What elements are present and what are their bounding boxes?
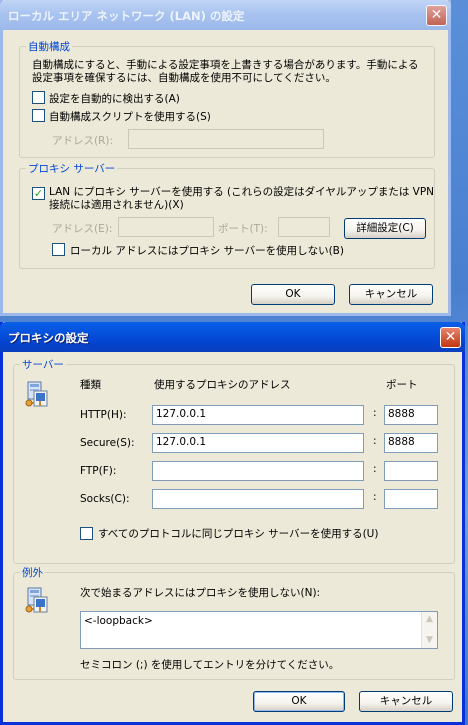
script-address-input[interactable]: [128, 129, 324, 149]
socks-address-input[interactable]: [152, 489, 364, 509]
server-icon: [25, 587, 48, 613]
same-proxy-label[interactable]: すべてのプロトコルに同じプロキシ サーバーを使用する(U): [98, 526, 378, 541]
ok-button[interactable]: OK: [253, 691, 345, 712]
servers-group: サーバー 種類 使用するプロキシのアドレス ポート HTTP(H): 127.0…: [13, 357, 455, 564]
exceptions-desc: 次で始まるアドレスにはプロキシを使用しない(N):: [80, 587, 321, 599]
lan-settings-dialog: ローカル エリア ネットワーク (LAN) の設定 ✕ 自動構成 自動構成にする…: [0, 0, 451, 316]
title-bar[interactable]: プロキシの設定 ✕: [0, 322, 465, 352]
exceptions-value: <-loopback>: [84, 615, 153, 627]
group-label: サーバー: [20, 357, 66, 372]
exceptions-hint: セミコロン (;) を使用してエントリを分けてください。: [80, 659, 340, 671]
column-port-header: ポート: [386, 379, 418, 391]
proxy-port-label: ポート(T):: [218, 223, 268, 235]
socks-port-input[interactable]: [384, 489, 438, 509]
bypass-local-label[interactable]: ローカル アドレスにはプロキシ サーバーを使用しない(B): [70, 243, 344, 258]
auto-detect-label[interactable]: 設定を自動的に検出する(A): [49, 91, 180, 106]
secure-port-input[interactable]: 8888: [384, 433, 438, 453]
http-port-input[interactable]: 8888: [384, 405, 438, 425]
proxy-port-input[interactable]: [278, 217, 330, 237]
group-label: プロキシ サーバー: [26, 161, 118, 176]
chevron-down-icon[interactable]: ▼: [422, 633, 437, 648]
colon-separator: :: [373, 407, 377, 419]
use-proxy-checkbox[interactable]: ✓: [32, 187, 45, 200]
script-address-label: アドレス(R):: [52, 135, 114, 147]
proxy-settings-dialog: プロキシの設定 ✕ サーバー 種類 使用するプロキシのアドレス ポート HTTP…: [0, 322, 465, 725]
auto-config-group: 自動構成 自動構成にすると、手動による設定事項を上書きする場合があります。手動に…: [19, 39, 435, 158]
colon-separator: :: [373, 463, 377, 475]
server-icon: [25, 381, 48, 407]
secure-address-input[interactable]: 127.0.0.1: [152, 433, 364, 453]
ftp-port-input[interactable]: [384, 461, 438, 481]
ftp-address-input[interactable]: [152, 461, 364, 481]
auto-config-desc-2: 設定事項を確保するには、自動構成を使用不可にしてください。: [32, 72, 336, 84]
auto-script-label[interactable]: 自動構成スクリプトを使用する(S): [49, 109, 211, 124]
http-address-input[interactable]: 127.0.0.1: [152, 405, 364, 425]
window-title: プロキシの設定: [8, 331, 89, 345]
column-address-header: 使用するプロキシのアドレス: [154, 379, 291, 391]
protocol-label-socks: Socks(C):: [80, 493, 130, 505]
advanced-button[interactable]: 詳細設定(C): [344, 218, 426, 239]
column-type-header: 種類: [80, 379, 101, 391]
proxy-server-group: プロキシ サーバー ✓ LAN にプロキシ サーバーを使用する (これらの設定は…: [19, 161, 435, 269]
cancel-button[interactable]: キャンセル: [349, 284, 433, 305]
same-proxy-checkbox[interactable]: [80, 527, 93, 540]
auto-detect-checkbox[interactable]: [32, 91, 45, 104]
proxy-address-label: アドレス(E):: [52, 223, 113, 235]
colon-separator: :: [373, 491, 377, 503]
window-title: ローカル エリア ネットワーク (LAN) の設定: [8, 9, 245, 23]
group-label: 例外: [20, 565, 45, 580]
colon-separator: :: [373, 435, 377, 447]
protocol-label-ftp: FTP(F):: [80, 465, 117, 477]
bypass-local-checkbox[interactable]: [52, 243, 65, 256]
close-icon[interactable]: ✕: [426, 5, 447, 26]
ok-button[interactable]: OK: [251, 284, 335, 305]
group-label: 自動構成: [26, 39, 72, 54]
chevron-up-icon[interactable]: ▲: [422, 612, 437, 627]
use-proxy-label-2[interactable]: 接続には適用されません)(X): [49, 197, 184, 212]
protocol-label-http: HTTP(H):: [80, 409, 127, 421]
close-icon[interactable]: ✕: [440, 327, 461, 348]
auto-script-checkbox[interactable]: [32, 109, 45, 122]
title-bar[interactable]: ローカル エリア ネットワーク (LAN) の設定 ✕: [0, 0, 451, 30]
proxy-address-input[interactable]: [118, 217, 214, 237]
exceptions-textarea[interactable]: <-loopback> ▲ ▼: [80, 611, 438, 649]
protocol-label-secure: Secure(S):: [80, 437, 135, 449]
cancel-button[interactable]: キャンセル: [359, 691, 453, 712]
exceptions-group: 例外 次で始まるアドレスにはプロキシを使用しない(N): <-loopback>…: [13, 565, 455, 680]
scrollbar[interactable]: ▲ ▼: [421, 612, 437, 648]
